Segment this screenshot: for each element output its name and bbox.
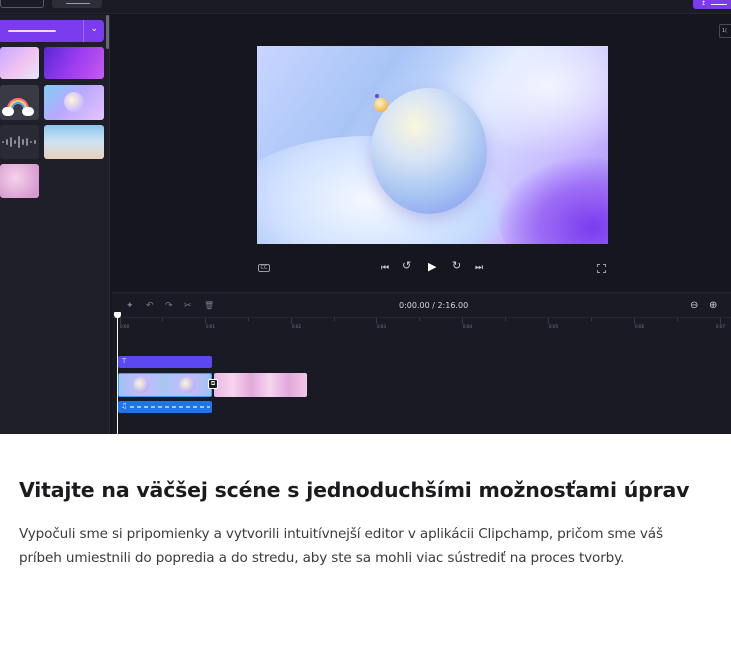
top-bar-button[interactable] <box>0 0 44 8</box>
dropdown-label-placeholder <box>8 30 56 32</box>
media-thumbnail[interactable] <box>0 47 39 79</box>
timecode: 0:00.00 / 2:16.00 <box>399 301 469 310</box>
waveform-bar <box>34 140 36 144</box>
description-text: Vypočuli sme si pripomienky a vytvorili … <box>19 526 663 566</box>
magic-icon[interactable]: ✦ <box>126 301 134 311</box>
ruler-tick <box>248 318 249 321</box>
video-clip-pink[interactable] <box>214 373 307 397</box>
timeline-ruler[interactable]: 0:00 0:01 0:02 0:03 0:04 0:05 0:06 0:07 <box>112 317 731 333</box>
clip-frame <box>133 377 149 393</box>
ruler-tick <box>419 318 420 321</box>
media-thumbnail-rainbow[interactable] <box>0 85 39 120</box>
video-clip[interactable] <box>118 373 212 397</box>
ruler-tick-label: 0:01 <box>206 324 215 329</box>
clip-frame <box>179 377 195 393</box>
music-note-icon: ♫ <box>121 402 128 410</box>
ruler-tick-label: 0:06 <box>635 324 644 329</box>
preview-zoom-label[interactable]: 1( <box>719 24 731 38</box>
cloud-shape <box>2 107 14 116</box>
delete-icon[interactable]: 🗑 <box>204 301 214 311</box>
audio-waveform <box>130 406 210 408</box>
preview-dot <box>375 94 379 98</box>
preview-small-sphere <box>374 98 388 112</box>
dropdown-divider <box>83 20 84 42</box>
cut-icon[interactable]: ✂ <box>184 301 192 311</box>
ruler-tick-label: 0:02 <box>292 324 301 329</box>
skip-forward-icon[interactable]: ⏭ <box>475 263 483 273</box>
ruler-tick-label: 0:03 <box>377 324 386 329</box>
undo-icon[interactable]: ↶ <box>146 301 154 311</box>
media-thumbnail[interactable] <box>44 47 104 79</box>
media-category-dropdown[interactable]: ⌄ <box>0 20 104 42</box>
waveform-bar <box>22 139 24 145</box>
forward-5-icon[interactable]: ↻ <box>452 260 461 271</box>
rewind-5-icon[interactable]: ↺ <box>402 260 411 271</box>
captions-icon[interactable]: CC <box>258 264 270 272</box>
cloud-shape <box>22 107 34 116</box>
playhead-handle[interactable] <box>114 312 121 318</box>
orb-shape <box>64 92 84 112</box>
waveform-bar <box>6 139 8 145</box>
skip-back-icon[interactable]: ⏮ <box>381 263 389 273</box>
media-panel: ⌄ <box>0 15 110 434</box>
transition-icon[interactable]: ⧉ <box>208 379 218 389</box>
waveform-bar <box>10 137 12 147</box>
zoom-out-icon[interactable]: ⊖ <box>690 300 698 311</box>
video-preview[interactable] <box>257 46 608 244</box>
waveform-bar <box>18 136 20 148</box>
ruler-tick-label: 0:07 <box>716 324 725 329</box>
clipchamp-editor-screenshot: ↥ ⌄ 1(CC ⏮ ↺ ▶ ↻ ⏭ ✦ ↶ ↷ ✂ 🗑 0:00.00 / … <box>0 0 731 434</box>
media-thumbnail-pink[interactable] <box>0 164 39 198</box>
export-label-placeholder <box>711 4 727 5</box>
timeline[interactable]: ✦ ↶ ↷ ✂ 🗑 0:00.00 / 2:16.00 ⊖ ⊕ 0:00 0:0… <box>112 292 731 434</box>
audio-thumbnail[interactable] <box>0 125 39 159</box>
title-track-clip[interactable]: T <box>118 356 212 368</box>
ruler-tick <box>505 318 506 321</box>
export-icon: ↥ <box>701 0 707 7</box>
waveform-bar <box>14 140 16 144</box>
waveform-bar <box>30 141 32 143</box>
chevron-down-icon: ⌄ <box>90 24 98 34</box>
preview-sphere <box>371 88 487 214</box>
audio-track-clip[interactable]: ♫ <box>118 401 212 413</box>
fullscreen-icon[interactable] <box>597 264 606 273</box>
export-button[interactable]: ↥ <box>693 0 731 9</box>
ruler-tick <box>591 318 592 321</box>
ruler-tick <box>677 318 678 321</box>
ruler-tick-label: 0:04 <box>463 324 472 329</box>
waveform-bar <box>26 138 28 146</box>
text-icon: T <box>122 357 127 365</box>
editor-top-bar: ↥ <box>0 0 731 14</box>
top-bar-toggle[interactable] <box>52 0 102 8</box>
ruler-tick <box>162 318 163 321</box>
play-icon[interactable]: ▶ <box>428 261 436 272</box>
preview-purple-wave <box>497 156 608 244</box>
ruler-tick <box>334 318 335 321</box>
media-thumbnail[interactable] <box>44 85 104 120</box>
playhead[interactable] <box>117 315 118 434</box>
ruler-tick-label: 0:00 <box>120 324 129 329</box>
waveform-bar <box>2 141 4 143</box>
ruler-tick-label: 0:05 <box>549 324 558 329</box>
redo-icon[interactable]: ↷ <box>165 301 173 311</box>
page-title: Vitajte na väčšej scéne s jednoduchšími … <box>19 478 690 502</box>
media-panel-scrollbar[interactable] <box>106 15 109 49</box>
media-thumbnail-desert[interactable] <box>44 125 104 159</box>
zoom-in-icon[interactable]: ⊕ <box>709 300 717 311</box>
